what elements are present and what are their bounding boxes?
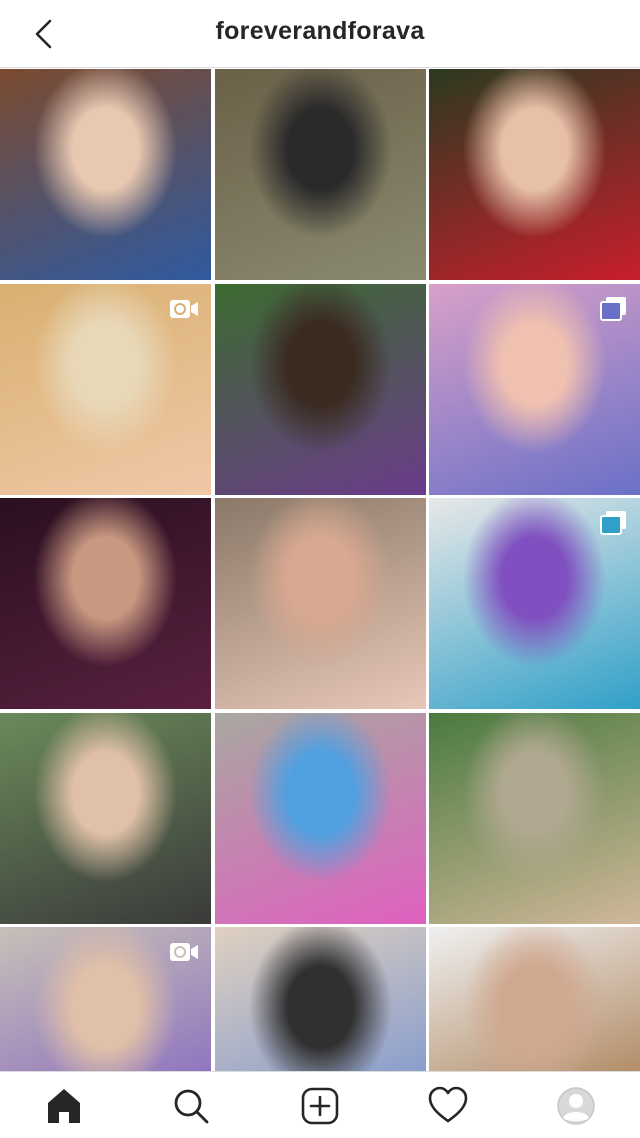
carousel-icon: [600, 296, 626, 321]
post-thumbnail[interactable]: [429, 927, 640, 1071]
video-camera-icon: [170, 299, 198, 318]
tab-new-post[interactable]: [296, 1082, 344, 1130]
tab-search[interactable]: [167, 1082, 215, 1130]
post-thumbnail[interactable]: [214, 498, 426, 709]
home-icon: [48, 1089, 80, 1123]
post-thumbnail[interactable]: [429, 283, 640, 495]
posts-grid: [0, 69, 640, 1071]
profile-username-title: foreverandforava: [215, 17, 425, 45]
post-thumbnail[interactable]: [0, 712, 211, 924]
post-thumbnail[interactable]: [429, 69, 640, 280]
post-thumbnail[interactable]: [214, 927, 426, 1071]
carousel-icon: [600, 511, 626, 535]
post-thumbnail[interactable]: [214, 69, 426, 280]
avatar-icon: [557, 1087, 595, 1125]
search-icon: [174, 1089, 209, 1124]
post-thumbnail[interactable]: [429, 712, 640, 924]
post-thumbnail[interactable]: [214, 283, 426, 495]
video-camera-icon: [170, 943, 198, 961]
post-thumbnail[interactable]: [0, 283, 211, 495]
tab-home[interactable]: [40, 1082, 88, 1130]
heart-icon: [428, 1086, 468, 1123]
post-thumbnail[interactable]: [0, 927, 211, 1071]
bottom-tab-bar: [0, 1071, 640, 1138]
tab-profile[interactable]: [552, 1082, 600, 1130]
post-thumbnail[interactable]: [429, 498, 640, 709]
tab-activity[interactable]: [424, 1082, 472, 1130]
post-thumbnail[interactable]: [0, 498, 211, 709]
post-thumbnail[interactable]: [0, 69, 211, 280]
new-post-icon: [301, 1087, 339, 1125]
top-bar: foreverandforava: [0, 0, 640, 68]
post-thumbnail[interactable]: [214, 712, 426, 924]
